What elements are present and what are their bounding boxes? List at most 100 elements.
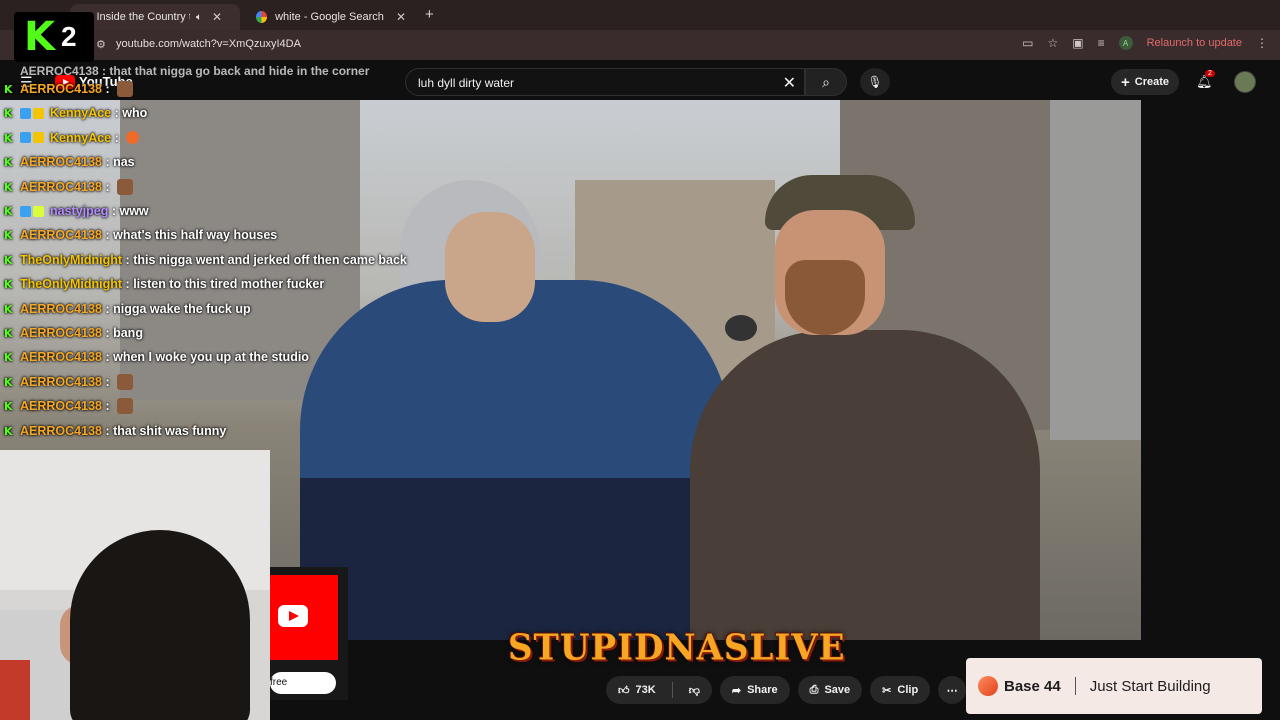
chat-text: nas <box>113 155 135 170</box>
star-icon[interactable]: ☆ <box>1047 36 1058 50</box>
tab-youtube[interactable]: (2) Inside the Country tha 🔈︎ ✕ <box>70 4 240 30</box>
mute-icon[interactable]: 🔈︎ <box>196 12 202 23</box>
plus-icon[interactable]: + <box>425 6 434 23</box>
tab-search-icon[interactable]: ≡ <box>1098 36 1105 50</box>
like-icon[interactable]: 👍︎ <box>618 684 630 697</box>
chat-badge-icon <box>20 132 31 144</box>
chat-text: who <box>122 106 148 121</box>
avatar[interactable] <box>1234 71 1256 93</box>
chat-text: nigga wake the fuck up <box>113 301 251 316</box>
chat-text: www <box>119 204 149 218</box>
kick-number: 2 <box>61 21 77 52</box>
chat-message: Knastyjpeg : www <box>4 204 149 218</box>
webcam-feed <box>0 450 270 720</box>
sidebar-area <box>1141 100 1280 660</box>
chat-badge-icon <box>20 205 31 217</box>
chat-username[interactable]: TheOnlyMidnight <box>20 253 122 267</box>
chat-username[interactable]: AERROC4138 <box>20 375 102 389</box>
chat-username[interactable]: nastyjpeg <box>50 204 108 218</box>
google-icon <box>256 11 268 23</box>
kick-badge-icon: K <box>4 351 13 365</box>
statue <box>1050 100 1141 440</box>
chat-message: K TheOnlyMidnight : listen to this tired … <box>4 277 325 292</box>
chat-username[interactable]: AERROC4138 <box>20 180 102 194</box>
notification-badge: 2 <box>1205 70 1215 77</box>
interviewee <box>690 330 1040 640</box>
chat-message: K AERROC4138 : <box>4 395 134 417</box>
card-button[interactable]: free <box>270 672 336 694</box>
more-actions-button[interactable]: ⋯ <box>938 676 967 704</box>
chat-username[interactable]: TheOnlyMidnight <box>20 277 122 291</box>
voice-search-button[interactable]: 🎙︎ <box>860 68 890 96</box>
cast-icon[interactable]: ▭ <box>1022 36 1033 50</box>
dislike-icon[interactable]: 👎︎ <box>689 684 700 697</box>
chat-badge-icon <box>33 205 44 217</box>
chat-message: K AERROC4138 : bang <box>4 326 143 340</box>
close-icon[interactable]: ✕ <box>396 10 406 24</box>
chat-username[interactable]: KennyAce <box>50 106 111 120</box>
kick-badge-icon: K <box>4 424 13 438</box>
chat-text: when I woke you up at the studio <box>113 350 309 365</box>
chat-text: what's this half way houses <box>113 228 278 243</box>
relaunch-button[interactable]: Relaunch to update <box>1147 37 1242 49</box>
chat-username[interactable]: AERROC4138 <box>20 228 102 242</box>
clip-button[interactable]: ✂ Clip <box>870 676 931 704</box>
streamer-head <box>70 530 250 720</box>
chat-username[interactable]: AERROC4138 <box>20 399 102 413</box>
url-field[interactable]: youtube.com/watch?v=XmQzuxyI4DA <box>116 38 301 50</box>
mic-icon: 🎙︎ <box>867 75 883 89</box>
save-button[interactable]: ⎙ Save <box>797 676 863 704</box>
chat-badge-icon <box>33 132 44 144</box>
tab-title: white - Google Search <box>275 11 384 23</box>
create-button[interactable]: + Create <box>1111 69 1180 95</box>
kick-badge-icon: K <box>4 400 13 414</box>
search-icon: ⌕ <box>822 74 830 90</box>
chat-username[interactable]: AERROC4138 <box>20 350 102 364</box>
angry-emote-icon <box>126 131 140 145</box>
chat-username[interactable]: AERROC4138 <box>20 302 102 316</box>
kick-badge-icon: K <box>4 302 13 316</box>
kick-badge-icon: K <box>4 131 13 145</box>
kick-badge-icon: K <box>4 229 13 243</box>
youtube-promo-card[interactable]: free <box>270 567 348 700</box>
chat-message: K AERROC4138 : nigga wake the fuck up <box>4 301 251 316</box>
close-icon[interactable]: ✕ <box>212 10 222 24</box>
tab-title: (2) Inside the Country tha <box>80 11 190 23</box>
chat-username[interactable]: AERROC4138 <box>20 155 102 169</box>
chat-username[interactable]: AERROC4138 <box>20 424 102 438</box>
chat-message: K AERROC4138 : <box>4 176 134 198</box>
sidebar-icon[interactable]: ▣ <box>1072 36 1083 50</box>
chat-username[interactable]: KennyAce <box>50 131 111 145</box>
chat-text: this nigga went and jerked off then came… <box>133 252 407 267</box>
chat-username[interactable]: AERROC4138 <box>20 326 102 340</box>
kick-badge-icon: K <box>4 83 13 96</box>
search-box[interactable]: luh dyll dirty water ✕ <box>405 68 805 96</box>
face-emote-icon <box>117 178 134 195</box>
site-info-icon[interactable]: ⚙ <box>96 38 106 51</box>
tab-google[interactable]: white - Google Search ✕ <box>246 4 416 30</box>
chat-text: that shit was funny <box>113 423 227 438</box>
search-button[interactable]: ⌕ <box>805 68 847 96</box>
chat-message: K TheOnlyMidnight : this nigga went and j… <box>4 252 407 267</box>
kick-badge-icon: K <box>4 375 13 389</box>
create-label: Create <box>1134 76 1170 88</box>
face-emote-icon <box>117 81 134 97</box>
kick-badge-icon: K <box>4 180 13 194</box>
kick-badge-icon: K <box>4 205 13 218</box>
clip-icon: ✂ <box>882 684 892 697</box>
like-count[interactable]: 73K <box>636 684 656 696</box>
chat-text: bang <box>113 326 143 340</box>
ad-banner[interactable]: Base 44 Just Start Building <box>966 658 1262 714</box>
chat-message: K AERROC4138 : what's this half way house… <box>4 228 278 243</box>
stream-brand: STUPIDNASLIVE <box>508 627 846 669</box>
browser-actions: ▭ ☆ ▣ ≡ A Relaunch to update ⋮ <box>1022 36 1268 50</box>
chat-username[interactable]: AERROC4138 <box>20 82 102 96</box>
face-emote-icon <box>117 398 134 415</box>
clear-icon[interactable]: ✕ <box>783 73 796 93</box>
chat-message: K AERROC4138 : <box>4 371 134 393</box>
youtube-play-icon <box>278 605 308 627</box>
like-dislike-group: 👍︎ 73K 👎︎ <box>606 676 712 704</box>
more-icon[interactable]: ⋮ <box>1256 36 1268 50</box>
share-button[interactable]: ➦ Share <box>719 676 790 704</box>
profile-avatar[interactable]: A <box>1118 36 1133 50</box>
